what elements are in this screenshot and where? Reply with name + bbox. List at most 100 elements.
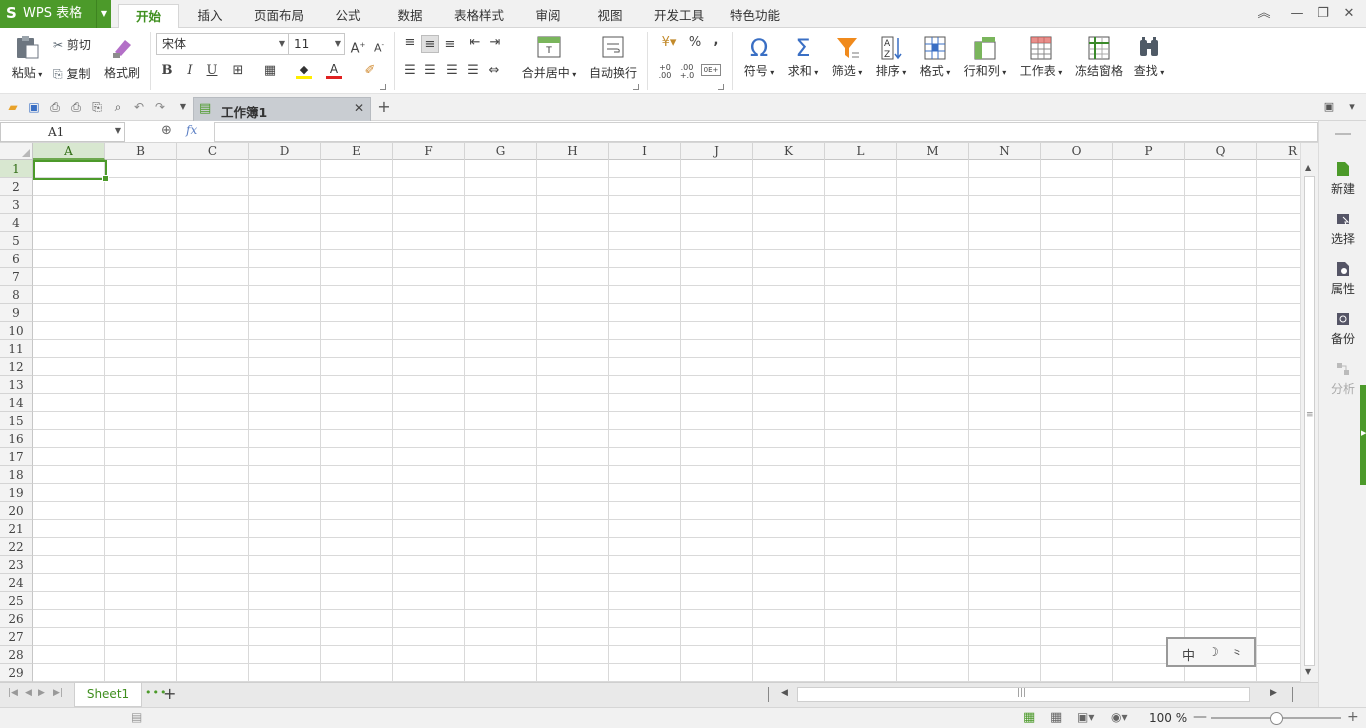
app-menu-dropdown-icon[interactable]: ▼: [96, 0, 111, 28]
panel-properties-button[interactable]: 属性: [1319, 261, 1366, 297]
freeze-panes-button[interactable]: 冻结窗格: [1072, 34, 1126, 79]
scroll-down-icon[interactable]: ▼: [1305, 667, 1311, 676]
print-icon[interactable]: ⎙: [68, 99, 84, 115]
column-header-j[interactable]: J: [681, 143, 753, 160]
align-top-icon[interactable]: ≡: [401, 34, 419, 52]
row-header-26[interactable]: 26: [0, 610, 33, 628]
decrease-decimal-icon[interactable]: .00 +.0: [678, 64, 696, 82]
sort-button[interactable]: AZ 排序 ▾: [870, 34, 912, 79]
tab-view[interactable]: 视图: [586, 4, 634, 28]
row-header-1[interactable]: 1: [0, 160, 33, 178]
format-painter-button[interactable]: 格式刷: [102, 34, 142, 81]
active-cell-a1[interactable]: [33, 160, 109, 182]
column-header-a[interactable]: A: [33, 143, 105, 160]
column-header-m[interactable]: M: [897, 143, 969, 160]
font-dialog-launcher-icon[interactable]: [380, 84, 386, 90]
justify-icon[interactable]: ☰: [464, 62, 482, 80]
font-size-select[interactable]: 11 ▼: [288, 33, 345, 55]
preview-icon[interactable]: ⌕: [110, 99, 126, 115]
row-header-20[interactable]: 20: [0, 502, 33, 520]
tab-formulas[interactable]: 公式: [324, 4, 372, 28]
cell-style-icon[interactable]: ▦: [261, 62, 279, 80]
tab-developer[interactable]: 开发工具: [648, 4, 710, 28]
align-middle-icon[interactable]: ≡: [421, 35, 439, 53]
minimize-icon[interactable]: —: [1287, 4, 1307, 24]
row-header-29[interactable]: 29: [0, 664, 33, 682]
row-header-27[interactable]: 27: [0, 628, 33, 646]
reading-mode-icon[interactable]: ▣▾: [1077, 710, 1094, 724]
horizontal-scroll-thumb[interactable]: |||: [797, 687, 1250, 702]
zoom-slider-thumb[interactable]: [1270, 712, 1283, 725]
print-preview-icon[interactable]: ⎘: [89, 99, 105, 115]
panel-backup-button[interactable]: 备份: [1319, 311, 1366, 347]
zoom-in-icon[interactable]: +: [1347, 709, 1359, 725]
row-header-5[interactable]: 5: [0, 232, 33, 250]
row-header-2[interactable]: 2: [0, 178, 33, 196]
align-center-icon[interactable]: ☰: [421, 62, 439, 80]
column-header-g[interactable]: G: [465, 143, 537, 160]
row-header-6[interactable]: 6: [0, 250, 33, 268]
column-header-r[interactable]: R: [1257, 143, 1300, 160]
comma-button[interactable]: ,: [707, 32, 725, 50]
panel-select-button[interactable]: 选择: [1319, 211, 1366, 247]
sum-button[interactable]: Σ 求和 ▾: [782, 34, 824, 79]
column-header-o[interactable]: O: [1041, 143, 1113, 160]
align-left-icon[interactable]: ☰: [401, 62, 419, 80]
formula-input[interactable]: [214, 122, 1318, 142]
restore-icon[interactable]: ❐: [1313, 4, 1333, 24]
decrease-font-icon[interactable]: A-: [370, 36, 388, 55]
alignment-dialog-launcher-icon[interactable]: [633, 84, 639, 90]
zoom-formula-icon[interactable]: ⊕: [161, 123, 172, 138]
tab-table-style[interactable]: 表格样式: [448, 4, 510, 28]
italic-button[interactable]: I: [181, 62, 199, 80]
panel-new-button[interactable]: 新建: [1319, 161, 1366, 197]
increase-indent-icon[interactable]: ⇥: [486, 34, 504, 52]
column-header-p[interactable]: P: [1113, 143, 1185, 160]
column-header-q[interactable]: Q: [1185, 143, 1257, 160]
row-header-11[interactable]: 11: [0, 340, 33, 358]
font-name-select[interactable]: 宋体 ▼: [156, 33, 289, 55]
column-header-f[interactable]: F: [393, 143, 465, 160]
copy-button[interactable]: ⎘ 复制: [53, 65, 90, 82]
paste-button[interactable]: 粘贴 ▾: [8, 34, 46, 81]
prev-sheet-icon[interactable]: ◀: [25, 688, 32, 698]
row-header-8[interactable]: 8: [0, 286, 33, 304]
open-icon[interactable]: ▰: [5, 99, 21, 115]
row-header-7[interactable]: 7: [0, 268, 33, 286]
redo-icon[interactable]: ↷: [152, 99, 168, 115]
tab-insert[interactable]: 插入: [186, 4, 234, 28]
column-header-d[interactable]: D: [249, 143, 321, 160]
currency-format-icon[interactable]: ¥▾: [656, 34, 682, 52]
symbol-button[interactable]: Ω 符号 ▾: [738, 34, 780, 79]
add-sheet-icon[interactable]: +: [163, 684, 176, 703]
row-header-12[interactable]: 12: [0, 358, 33, 376]
row-header-25[interactable]: 25: [0, 592, 33, 610]
tab-data[interactable]: 数据: [386, 4, 434, 28]
column-header-e[interactable]: E: [321, 143, 393, 160]
ime-status-badge[interactable]: 中 ☽ ⺀: [1166, 637, 1256, 667]
save-icon[interactable]: ▣: [26, 99, 42, 115]
row-header-10[interactable]: 10: [0, 322, 33, 340]
splitter-handle[interactable]: [1292, 687, 1293, 702]
macro-record-icon[interactable]: ▤: [131, 710, 142, 724]
eye-protect-icon[interactable]: ◉▾: [1111, 710, 1128, 724]
clear-format-icon[interactable]: ✐: [361, 62, 379, 80]
row-header-19[interactable]: 19: [0, 484, 33, 502]
format-button[interactable]: 格式 ▾: [914, 34, 956, 79]
zoom-level[interactable]: 100 %: [1149, 711, 1187, 725]
row-header-24[interactable]: 24: [0, 574, 33, 592]
undo-icon[interactable]: ↶: [131, 99, 147, 115]
increase-font-icon[interactable]: A+: [349, 36, 367, 56]
tab-review[interactable]: 审阅: [524, 4, 572, 28]
vertical-scrollbar[interactable]: ▲ ≡ ▼: [1300, 143, 1318, 682]
font-color-icon[interactable]: A: [326, 63, 342, 80]
fill-color-icon[interactable]: ◆: [296, 63, 312, 80]
chevron-down-icon[interactable]: ▼: [115, 126, 121, 135]
tab-special-features[interactable]: 特色功能: [724, 4, 786, 28]
row-header-28[interactable]: 28: [0, 646, 33, 664]
row-header-16[interactable]: 16: [0, 430, 33, 448]
last-sheet-icon[interactable]: ▶|: [53, 688, 63, 698]
next-sheet-icon[interactable]: ▶: [38, 688, 45, 698]
row-header-18[interactable]: 18: [0, 466, 33, 484]
page-break-view-icon[interactable]: ▦: [1050, 710, 1062, 725]
